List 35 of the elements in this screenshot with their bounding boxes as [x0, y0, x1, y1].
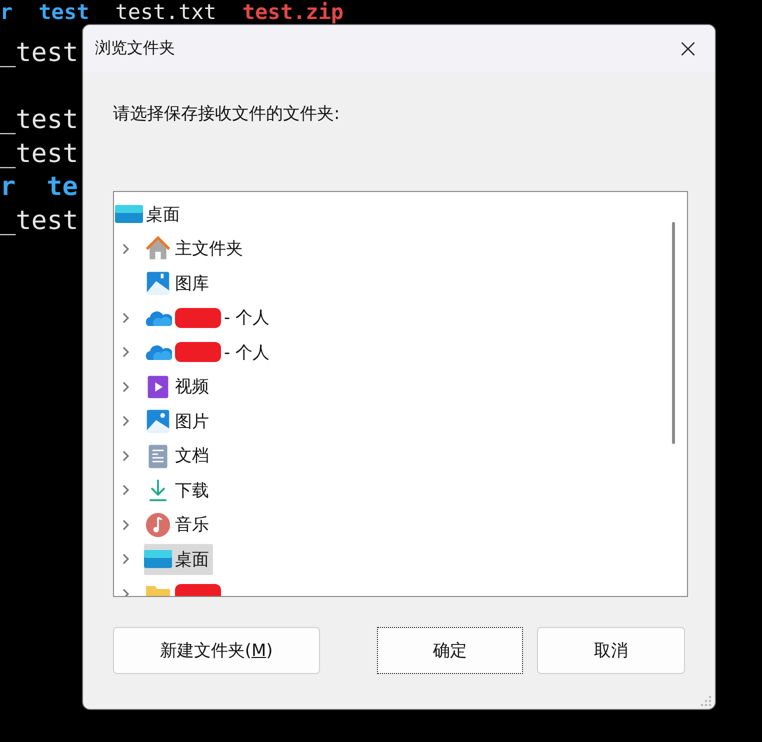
- terminal-text: test.txt: [115, 1, 216, 23]
- terminal-text: _test: [0, 104, 78, 137]
- tree-item[interactable]: 音乐: [144, 509, 213, 540]
- tree-item[interactable]: 图片: [144, 406, 213, 437]
- prompt-text: 请选择保存接收文件的文件夹:: [113, 103, 341, 125]
- tree-item[interactable]: - 个人: [144, 336, 274, 368]
- tree-item[interactable]: - 个人: [144, 302, 274, 334]
- terminal-text: _test: [0, 37, 78, 70]
- dialog-button[interactable]: 新建文件夹(M): [113, 627, 320, 674]
- window-title: 浏览文件夹: [95, 38, 175, 59]
- tree-item[interactable]: 视频: [144, 371, 213, 402]
- tree-item[interactable]: 图库: [144, 268, 213, 299]
- gallery-icon: [144, 270, 172, 296]
- close-button[interactable]: ×: [665, 26, 711, 72]
- tree-item[interactable]: 文档: [144, 440, 213, 472]
- terminal-text: test: [38, 1, 90, 23]
- dialog-button[interactable]: 确定: [376, 627, 524, 674]
- tree-item[interactable]: 桌面: [146, 202, 180, 226]
- scrollbar[interactable]: [672, 222, 675, 444]
- terminal-text: test.zip: [242, 1, 344, 23]
- tree-item[interactable]: 主文件夹: [144, 233, 247, 264]
- resize-grip-icon[interactable]: [700, 695, 712, 707]
- terminal-text: _test: [0, 204, 78, 238]
- redaction-mark: [175, 342, 221, 362]
- terminal-text: r: [0, 171, 16, 204]
- picture-icon: [144, 408, 172, 434]
- dialog-button[interactable]: 取消: [537, 627, 685, 674]
- terminal-text: _test: [0, 138, 78, 170]
- terminal-text: te: [46, 171, 78, 204]
- home-icon: [144, 236, 172, 262]
- redaction-mark: [175, 308, 221, 328]
- tree-item[interactable]: 桌面: [144, 544, 213, 575]
- terminal-text: r: [0, 1, 13, 23]
- tree-item[interactable]: 下载: [144, 474, 213, 506]
- music-icon: [144, 512, 172, 538]
